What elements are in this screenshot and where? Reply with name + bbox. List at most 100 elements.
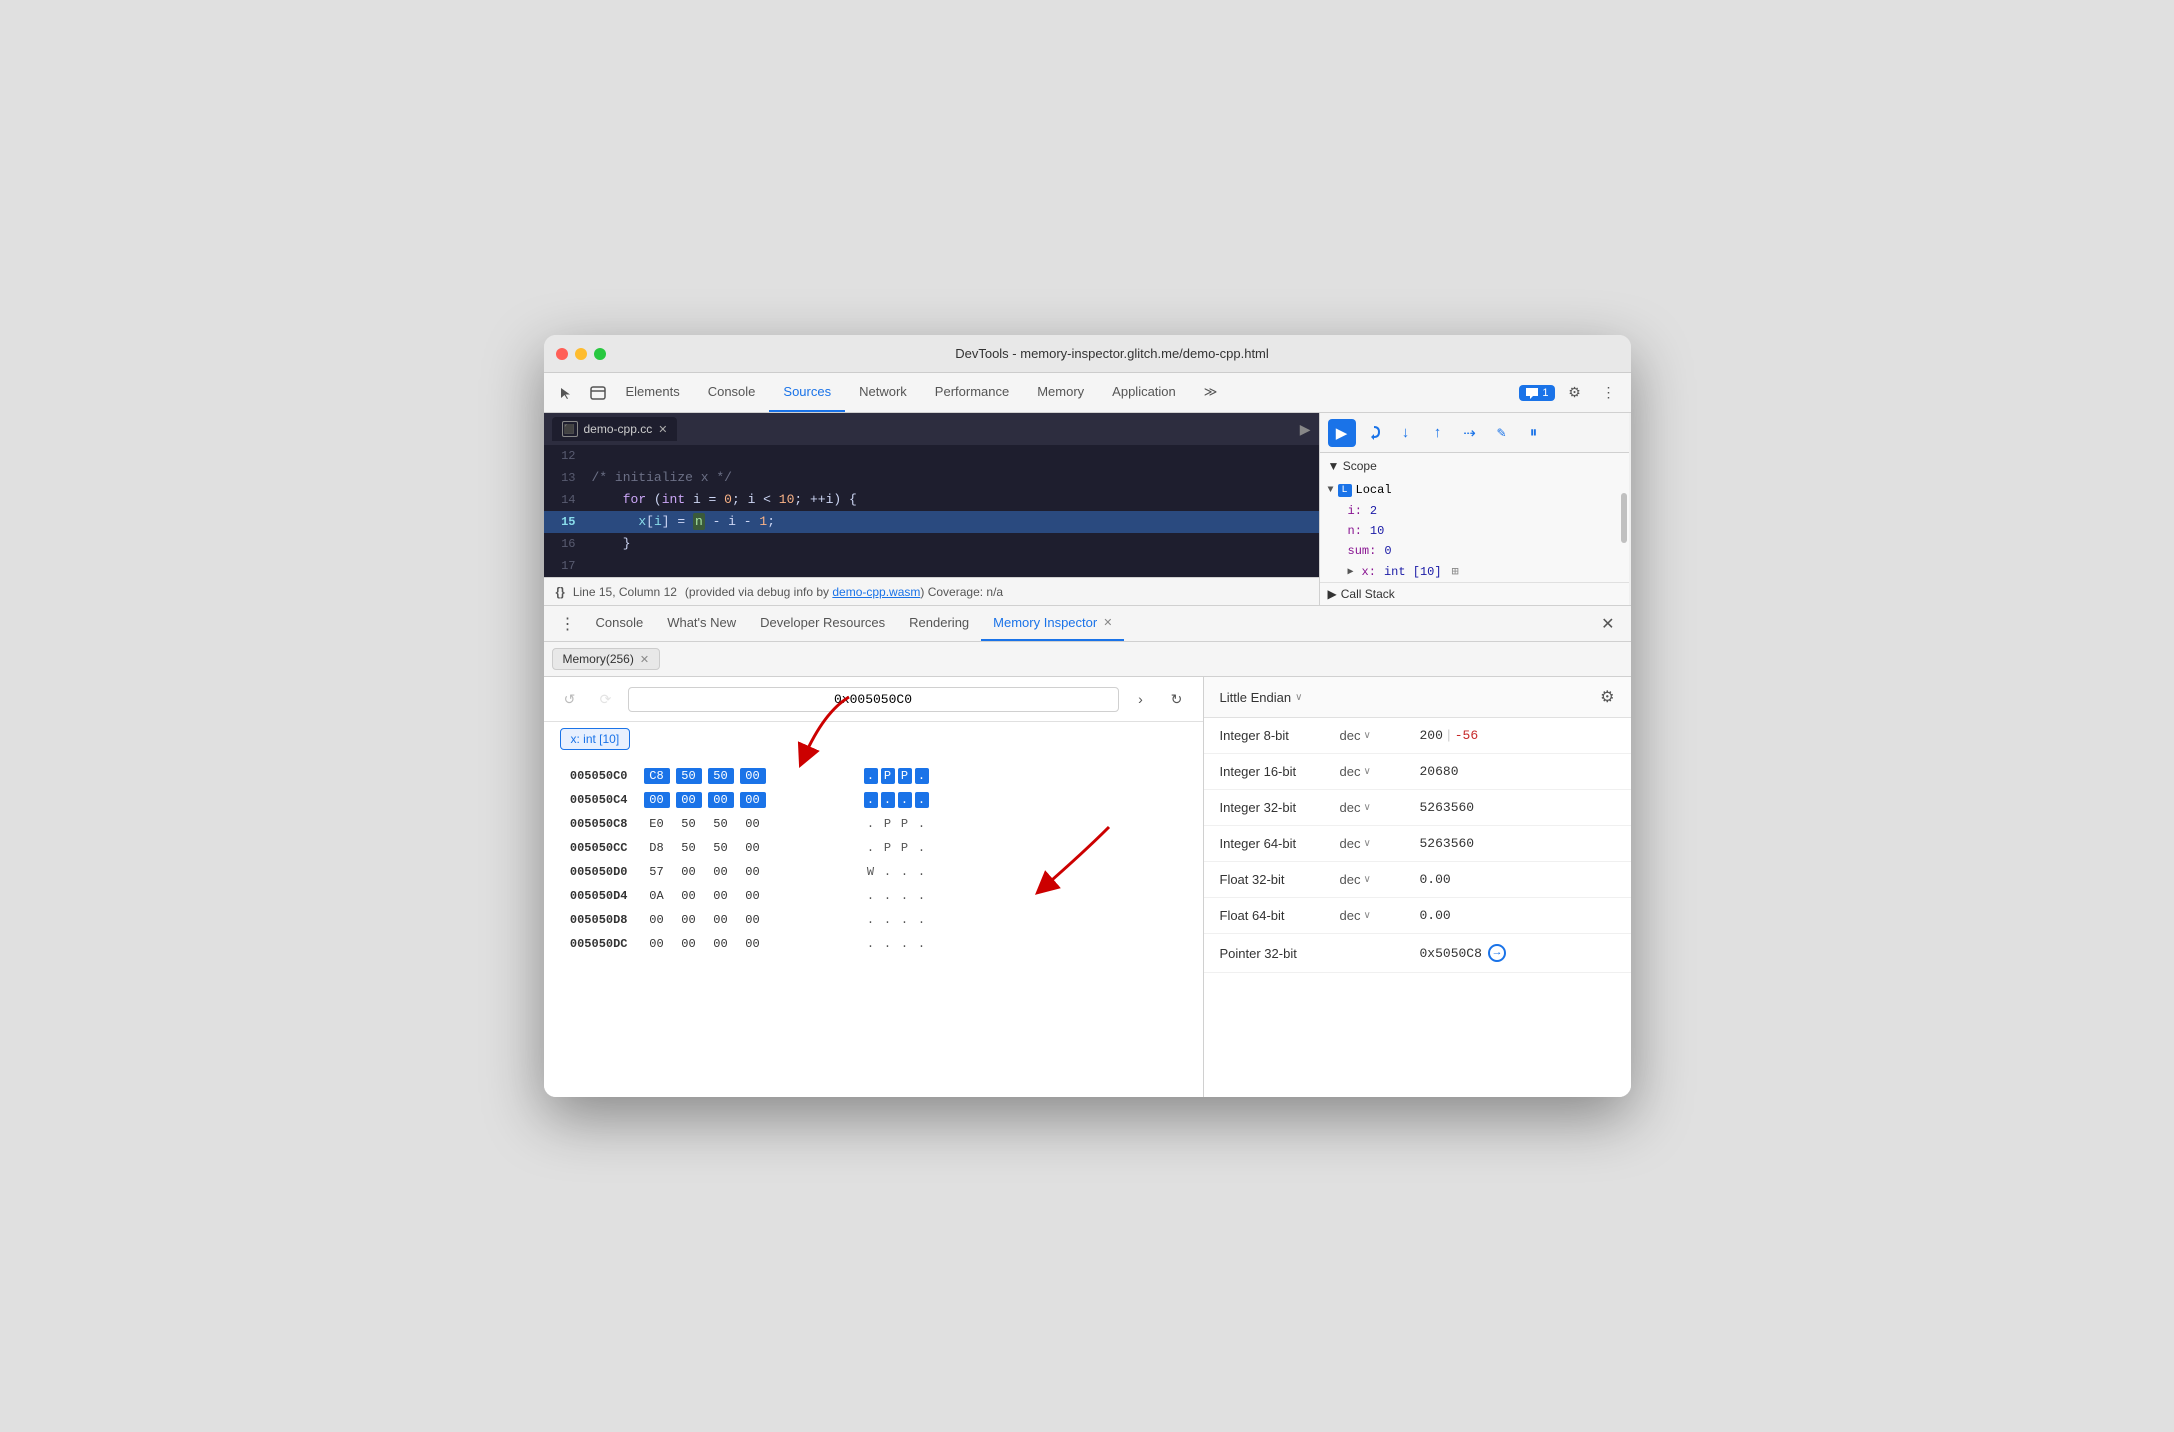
source-tab-close[interactable]: ✕ (658, 423, 667, 436)
close-button[interactable] (556, 348, 568, 360)
hex-byte: 50 (676, 840, 702, 856)
menu-icon[interactable]: ⋮ (1595, 379, 1623, 407)
tab-devresources[interactable]: Developer Resources (748, 606, 897, 641)
hex-byte: 50 (708, 840, 734, 856)
memory-tag[interactable]: x: int [10] (560, 728, 631, 750)
di-settings-icon[interactable]: ⚙ (1600, 687, 1614, 707)
code-line-16: 16 } (544, 533, 1319, 555)
pointer-value: 0x5050C8 (1420, 946, 1482, 961)
tab-elements[interactable]: Elements (612, 373, 694, 412)
tab-rendering[interactable]: Rendering (897, 606, 981, 641)
hex-addr: 005050C0 (544, 769, 644, 783)
hex-char: . (864, 888, 878, 904)
hex-char: . (915, 912, 929, 928)
nav-next-btn[interactable]: › (1127, 685, 1155, 713)
minimize-button[interactable] (575, 348, 587, 360)
memory256-close[interactable]: ✕ (640, 653, 649, 666)
red-arrow-2 (1024, 822, 1114, 906)
refresh-button[interactable]: ↻ (1163, 685, 1191, 713)
tab-memory[interactable]: Memory (1023, 373, 1098, 412)
hex-char: . (898, 912, 912, 928)
source-tab-democpp[interactable]: ⬛ demo-cpp.cc ✕ (552, 417, 678, 441)
di-format-int64[interactable]: dec ∨ (1340, 836, 1420, 851)
tab-network[interactable]: Network (845, 373, 921, 412)
code-line-13: 13 /* initialize x */ (544, 467, 1319, 489)
chat-badge[interactable]: 1 (1519, 385, 1554, 401)
local-triangle: ▼ (1328, 485, 1334, 496)
dock-icon[interactable] (584, 379, 612, 407)
scope-var-x[interactable]: ▶ x: int [10] ⊞ (1320, 561, 1629, 582)
memory-chip-icon[interactable]: ⊞ (1452, 564, 1459, 579)
tab-performance[interactable]: Performance (921, 373, 1023, 412)
hex-char: P (881, 768, 895, 784)
line-num: 15 (544, 511, 588, 533)
step-over-button[interactable] (1360, 419, 1388, 447)
tab-application[interactable]: Application (1098, 373, 1190, 412)
badge-count: 1 (1542, 387, 1548, 399)
step-into-button[interactable]: ↓ (1392, 419, 1420, 447)
hex-byte: 00 (676, 864, 702, 880)
status-line: Line 15, Column 12 (573, 585, 677, 599)
format-chevron: ∨ (1363, 838, 1370, 849)
step-out-button[interactable]: ↑ (1424, 419, 1452, 447)
di-format-float64[interactable]: dec ∨ (1340, 908, 1420, 923)
tab-sources[interactable]: Sources (769, 373, 845, 412)
bottom-tab-more[interactable]: ⋮ (552, 614, 584, 634)
forward-button[interactable]: ⟳ (592, 685, 620, 713)
hex-char: . (898, 864, 912, 880)
tab-whatsnew[interactable]: What's New (655, 606, 748, 641)
step-button[interactable]: ⇢ (1456, 419, 1484, 447)
hex-char: . (915, 936, 929, 952)
maximize-button[interactable] (594, 348, 606, 360)
hex-byte: 00 (644, 792, 670, 808)
hex-char: . (915, 864, 929, 880)
tab-memoryinspector-close[interactable]: ✕ (1103, 616, 1112, 629)
hex-byte: 50 (676, 816, 702, 832)
di-value-int64: 5263560 (1420, 836, 1615, 851)
deactivate-button[interactable]: ✎ (1488, 419, 1516, 447)
resume-button[interactable]: ▶ (1328, 419, 1356, 447)
pause-button[interactable]: ⏸ (1520, 419, 1548, 447)
call-stack-header[interactable]: ▶ Call Stack (1320, 582, 1629, 605)
hex-char: . (881, 912, 895, 928)
tab-console-bottom[interactable]: Console (584, 606, 656, 641)
x-triangle: ▶ (1348, 566, 1354, 578)
scope-local-header[interactable]: ▼ L Local (1320, 479, 1629, 501)
toolbar-left (552, 379, 612, 407)
hex-char: . (881, 792, 895, 808)
source-nav-icon[interactable]: ▶ (1300, 421, 1311, 438)
format-chevron: ∨ (1363, 910, 1370, 921)
settings-icon[interactable]: ⚙ (1561, 379, 1589, 407)
close-all-icon[interactable]: ✕ (1593, 614, 1622, 634)
hex-byte: 57 (644, 864, 670, 880)
tab-memoryinspector[interactable]: Memory Inspector ✕ (981, 606, 1124, 641)
hex-byte: E0 (644, 816, 670, 832)
di-format-float32[interactable]: dec ∨ (1340, 872, 1420, 887)
di-format-int32[interactable]: dec ∨ (1340, 800, 1420, 815)
memory256-tab[interactable]: Memory(256) ✕ (552, 648, 661, 670)
bracket-icon: {} (556, 585, 565, 599)
pointer-navigate-button[interactable]: → (1488, 944, 1506, 962)
hex-char: . (915, 768, 929, 784)
di-value-int16: 20680 (1420, 764, 1615, 779)
di-format-int8[interactable]: dec ∨ (1340, 728, 1420, 743)
di-row-float32: Float 32-bit dec ∨ 0.00 (1204, 862, 1631, 898)
code-area[interactable]: 12 13 /* initialize x */ 14 for (int i =… (544, 445, 1319, 577)
cursor-icon[interactable] (552, 379, 580, 407)
wasm-link[interactable]: demo-cpp.wasm (832, 585, 920, 599)
hex-byte: 0A (644, 888, 670, 904)
tab-more[interactable]: ≫ (1190, 373, 1232, 412)
hex-char: . (915, 888, 929, 904)
tab-console[interactable]: Console (694, 373, 770, 412)
di-type-int8: Integer 8-bit (1220, 728, 1340, 743)
hex-byte: 00 (740, 792, 766, 808)
hex-char: P (881, 816, 895, 832)
di-format-int16[interactable]: dec ∨ (1340, 764, 1420, 779)
endian-selector[interactable]: Little Endian ∨ (1220, 690, 1303, 705)
hex-addr: 005050CC (544, 841, 644, 855)
back-button[interactable]: ↺ (556, 685, 584, 713)
address-input[interactable] (628, 687, 1119, 712)
hex-addr: 005050D4 (544, 889, 644, 903)
hex-char: . (864, 840, 878, 856)
endian-label: Little Endian (1220, 690, 1292, 705)
